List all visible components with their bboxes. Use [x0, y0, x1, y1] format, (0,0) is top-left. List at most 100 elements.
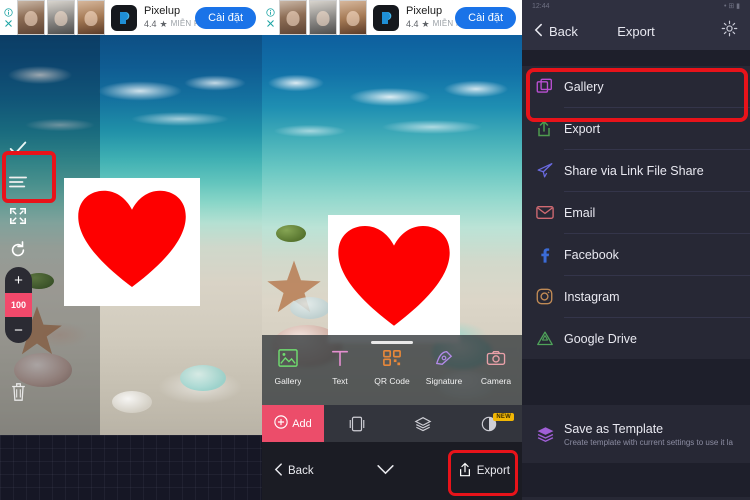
- install-button-left[interactable]: Cài đặt: [195, 6, 256, 29]
- tool-camera[interactable]: Camera: [470, 349, 522, 386]
- stepper-increase-button[interactable]: +: [5, 267, 32, 293]
- tool-gallery[interactable]: Gallery: [262, 349, 314, 386]
- tool-label: Camera: [480, 376, 512, 386]
- ad-subtitle: 4.4 ★ MIỄN PHÍ: [406, 18, 470, 29]
- middle-editor-panel: Gallery Text QR Code Signature Camera Ad…: [262, 35, 522, 500]
- tool-signature[interactable]: Signature: [418, 349, 470, 386]
- shell-decoration: [180, 365, 226, 391]
- export-option-facebook[interactable]: Facebook: [522, 234, 750, 275]
- ad-text-left: Pixelup 4.4 ★ MIỄN PHÍ: [144, 5, 208, 29]
- left-editor-panel: + 100 −: [0, 35, 262, 500]
- signature-icon: [434, 349, 454, 372]
- back-button-label: Back: [288, 465, 314, 477]
- ad-thumbnail: [309, 0, 337, 35]
- export-option-label: Email: [564, 205, 596, 220]
- paper-plane-icon: [536, 162, 564, 179]
- export-option-share-link[interactable]: Share via Link File Share: [522, 150, 750, 191]
- close-icon[interactable]: [266, 19, 275, 28]
- ad-thumbnails-right: [278, 0, 367, 35]
- ad-banner-right[interactable]: Pixelup 4.4 ★ MIỄN PHÍ Cài đặt: [262, 0, 522, 35]
- export-header: Back Export: [522, 12, 750, 50]
- opacity-stepper[interactable]: + 100 −: [5, 267, 32, 343]
- export-option-label: Instagram: [564, 289, 620, 304]
- sheet-grabber-handle[interactable]: [371, 341, 413, 344]
- pixelup-app-logo: [373, 4, 399, 31]
- stacked-layers-icon: [536, 425, 564, 444]
- save-as-template-subtitle: Create template with current settings to…: [564, 437, 733, 447]
- status-bar: 12:44 • ⊞ ▮: [522, 0, 750, 12]
- gallery-icon: [278, 349, 298, 372]
- status-indicators: • ⊞ ▮: [723, 3, 740, 10]
- ad-banner-left[interactable]: Pixelup 4.4 ★ MIỄN PHÍ Cài đặt: [0, 0, 262, 35]
- export-option-email[interactable]: Email: [522, 192, 750, 233]
- export-back-label: Back: [549, 23, 578, 39]
- shell-decoration-2: [290, 297, 330, 319]
- add-button-label: Add: [292, 417, 312, 430]
- highlight-box-check: [2, 151, 56, 203]
- heart-sticker-left[interactable]: [64, 178, 200, 306]
- highlight-box-export: [448, 450, 518, 496]
- chevron-left-icon: [274, 463, 283, 479]
- contrast-icon[interactable]: NEW: [456, 412, 522, 433]
- save-as-template-row[interactable]: Save as Template Create template with cu…: [522, 405, 750, 463]
- ad-thumbnail: [17, 0, 45, 35]
- ad-controls-left: [0, 0, 16, 35]
- heart-sticker-middle[interactable]: [328, 215, 460, 343]
- stepper-value: 100: [5, 293, 32, 317]
- tool-qr-code[interactable]: QR Code: [366, 349, 418, 386]
- stepper-decrease-button[interactable]: −: [5, 317, 32, 343]
- tool-text[interactable]: Text: [314, 349, 366, 386]
- ad-thumbnail: [77, 0, 105, 35]
- instagram-icon: [536, 288, 564, 305]
- panel-gap-top: [522, 50, 750, 66]
- ad-rating: 4.4: [144, 18, 157, 29]
- expand-arrows-icon[interactable]: [0, 199, 36, 233]
- export-option-label: Facebook: [564, 247, 619, 262]
- envelope-icon: [536, 205, 564, 220]
- rotate-icon[interactable]: [0, 233, 36, 267]
- highlight-box-gallery: [526, 68, 748, 122]
- ad-app-name: Pixelup: [406, 5, 443, 17]
- export-option-google-drive[interactable]: Google Drive: [522, 318, 750, 359]
- app-screenshot: Pixelup 4.4 ★ MIỄN PHÍ Cài đặt Pixelup 4…: [0, 0, 750, 500]
- plus-circle-icon: [274, 415, 288, 432]
- status-time: 12:44: [532, 2, 550, 10]
- gear-icon[interactable]: [721, 20, 738, 42]
- ad-thumbnails-left: [16, 0, 105, 35]
- panel-gap-middle: [522, 359, 750, 405]
- export-back-button[interactable]: Back: [534, 23, 578, 40]
- camera-icon: [486, 349, 506, 372]
- back-button[interactable]: Back: [274, 463, 314, 479]
- ad-app-name: Pixelup: [144, 5, 181, 17]
- layers-icon[interactable]: [390, 415, 456, 433]
- transparent-grid-area: [0, 435, 262, 500]
- ad-controls-right: [262, 0, 278, 35]
- install-button-right[interactable]: Cài đặt: [455, 6, 516, 29]
- tool-sheet: Gallery Text QR Code Signature Camera: [262, 335, 522, 405]
- new-badge: NEW: [493, 412, 514, 421]
- rock-decoration-2: [276, 225, 306, 242]
- export-option-label: Share via Link File Share: [564, 163, 704, 178]
- action-row: Add NEW: [262, 405, 522, 442]
- info-icon[interactable]: [3, 7, 13, 17]
- ad-text-right: Pixelup 4.4 ★ MIỄN PHÍ: [406, 5, 470, 29]
- close-icon[interactable]: [4, 19, 13, 28]
- delete-button[interactable]: [5, 378, 32, 406]
- bottom-navigation-bar: Back Export: [262, 442, 522, 500]
- share-upload-icon: [536, 119, 564, 138]
- clouds-overlay-2: [262, 35, 522, 165]
- save-as-template-text: Save as Template Create template with cu…: [564, 422, 733, 447]
- chevron-down-icon: [377, 464, 394, 478]
- page-flip-icon[interactable]: [324, 415, 390, 433]
- tool-label: Text: [332, 376, 348, 386]
- google-drive-icon: [536, 330, 564, 347]
- ad-thumbnail: [339, 0, 367, 35]
- info-icon[interactable]: [265, 7, 275, 17]
- ad-rating: 4.4: [406, 18, 419, 29]
- export-option-instagram[interactable]: Instagram: [522, 276, 750, 317]
- collapse-button[interactable]: [377, 464, 394, 478]
- tool-label: Signature: [425, 376, 463, 386]
- tool-list: Gallery Text QR Code Signature Camera: [262, 349, 522, 386]
- add-button[interactable]: Add: [262, 405, 324, 442]
- ad-subtitle: 4.4 ★ MIỄN PHÍ: [144, 18, 208, 29]
